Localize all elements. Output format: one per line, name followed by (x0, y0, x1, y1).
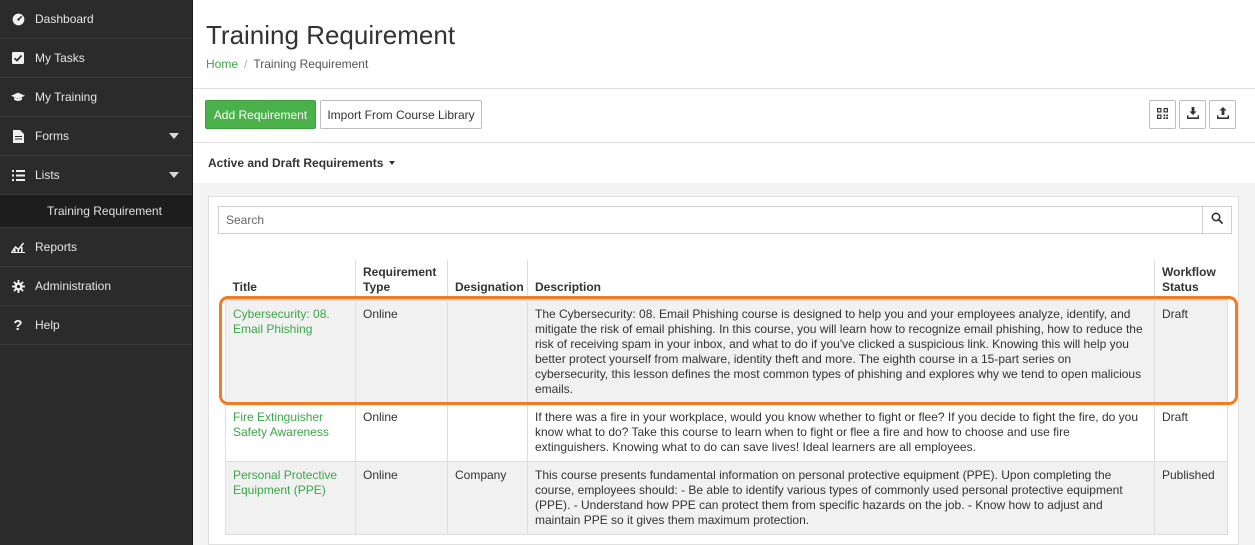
sidebar-item-administration[interactable]: Administration (0, 267, 192, 306)
search-button[interactable] (1202, 207, 1231, 233)
breadcrumb-home-link[interactable]: Home (206, 57, 238, 71)
sidebar-item-lists[interactable]: Lists (0, 156, 192, 195)
upload-button[interactable] (1209, 100, 1236, 129)
question-icon: ? (13, 316, 23, 334)
requirements-panel: Title Requirement Type Designation Descr… (208, 196, 1239, 545)
requirements-filter-dropdown[interactable]: Active and Draft Requirements (193, 143, 1255, 183)
download-icon (1186, 106, 1199, 124)
upload-icon (1216, 106, 1229, 124)
breadcrumb: Home / Training Requirement (206, 57, 1255, 71)
requirement-title-link[interactable]: Cybersecurity: 08. Email Phishing (233, 307, 330, 336)
search-icon (1211, 211, 1223, 229)
cell-requirement-type: Online (355, 461, 448, 535)
chart-icon (11, 240, 25, 254)
qr-code-icon (1157, 106, 1168, 124)
cell-workflow-status: Draft (1154, 403, 1228, 462)
search-input[interactable] (219, 207, 1202, 233)
cell-designation (447, 299, 528, 404)
column-header-description[interactable]: Description (527, 260, 1155, 301)
import-from-course-library-button[interactable]: Import From Course Library (320, 100, 482, 129)
sidebar-item-reports[interactable]: Reports (0, 228, 192, 267)
table-row[interactable]: Personal Protective Equipment (PPE) Onli… (225, 461, 1228, 535)
column-header-title[interactable]: Title (225, 260, 356, 301)
cell-description: This course presents fundamental informa… (527, 461, 1155, 535)
cell-requirement-type: Online (355, 403, 448, 462)
sidebar-item-label: My Training (35, 90, 98, 104)
sidebar-item-label: Dashboard (35, 12, 94, 26)
main-content: Training Requirement Home / Training Requi… (193, 0, 1255, 545)
dashboard-icon (11, 12, 25, 26)
sidebar-item-label: Training Requirement (47, 204, 162, 218)
add-requirement-button[interactable]: Add Requirement (205, 100, 316, 129)
page-title: Training Requirement (206, 20, 456, 50)
sidebar-item-forms[interactable]: Forms (0, 117, 192, 156)
cell-title: Fire Extinguisher Safety Awareness (225, 403, 356, 462)
qr-code-button[interactable] (1149, 100, 1176, 129)
toolbar: Add Requirement Import From Course Libra… (193, 89, 1255, 143)
column-header-requirement-type[interactable]: Requirement Type (355, 260, 448, 301)
sidebar-item-label: Reports (35, 240, 78, 254)
cell-requirement-type: Online (355, 299, 448, 404)
sidebar-item-help[interactable]: ? Help (0, 306, 192, 345)
column-header-designation[interactable]: Designation (447, 260, 528, 301)
chevron-down-icon (169, 172, 179, 178)
requirement-title-link[interactable]: Personal Protective Equipment (PPE) (233, 468, 337, 497)
gear-icon (11, 279, 25, 293)
download-button[interactable] (1179, 100, 1206, 129)
requirements-table: Title Requirement Type Designation Descr… (225, 260, 1228, 535)
sidebar: Dashboard My Tasks My Training Forms Lis… (0, 0, 193, 545)
cell-designation (447, 403, 528, 462)
column-header-workflow-status[interactable]: Workflow Status (1154, 260, 1228, 301)
app-window: Dashboard My Tasks My Training Forms Lis… (0, 0, 1255, 545)
sidebar-item-dashboard[interactable]: Dashboard (0, 0, 192, 39)
sidebar-item-label: Lists (35, 168, 60, 182)
cell-description: If there was a fire in your workplace, w… (527, 403, 1155, 462)
cell-designation: Company (447, 461, 528, 535)
cell-title: Cybersecurity: 08. Email Phishing (225, 299, 356, 404)
page-header: Training Requirement Home / Training Requi… (193, 0, 1255, 89)
sidebar-item-my-training[interactable]: My Training (0, 78, 192, 117)
sidebar-subitem-training-requirement[interactable]: Training Requirement (0, 195, 192, 228)
cell-workflow-status: Draft (1154, 299, 1228, 404)
checkbox-icon (11, 51, 25, 65)
requirements-table-wrapper: Title Requirement Type Designation Descr… (225, 260, 1228, 535)
table-row[interactable]: Cybersecurity: 08. Email Phishing Online… (225, 299, 1228, 404)
table-row[interactable]: Fire Extinguisher Safety Awareness Onlin… (225, 403, 1228, 462)
cell-title: Personal Protective Equipment (PPE) (225, 461, 356, 535)
caret-down-icon (389, 161, 396, 165)
sidebar-item-label: Administration (35, 279, 112, 293)
requirement-title-link[interactable]: Fire Extinguisher Safety Awareness (233, 410, 329, 439)
sidebar-item-label: My Tasks (35, 51, 85, 65)
sidebar-item-label: Help (35, 318, 60, 332)
chevron-down-icon (169, 133, 179, 139)
sidebar-item-my-tasks[interactable]: My Tasks (0, 39, 192, 78)
breadcrumb-current: Training Requirement (253, 57, 369, 71)
cell-workflow-status: Published (1154, 461, 1228, 535)
breadcrumb-separator: / (244, 57, 248, 71)
filter-label: Active and Draft Requirements (208, 156, 384, 170)
file-icon (11, 129, 25, 143)
sidebar-item-label: Forms (35, 129, 69, 143)
table-header-row: Title Requirement Type Designation Descr… (225, 260, 1228, 301)
search-bar (218, 206, 1232, 234)
list-icon (11, 168, 25, 182)
graduation-cap-icon (11, 90, 25, 104)
cell-description: The Cybersecurity: 08. Email Phishing co… (527, 299, 1155, 404)
